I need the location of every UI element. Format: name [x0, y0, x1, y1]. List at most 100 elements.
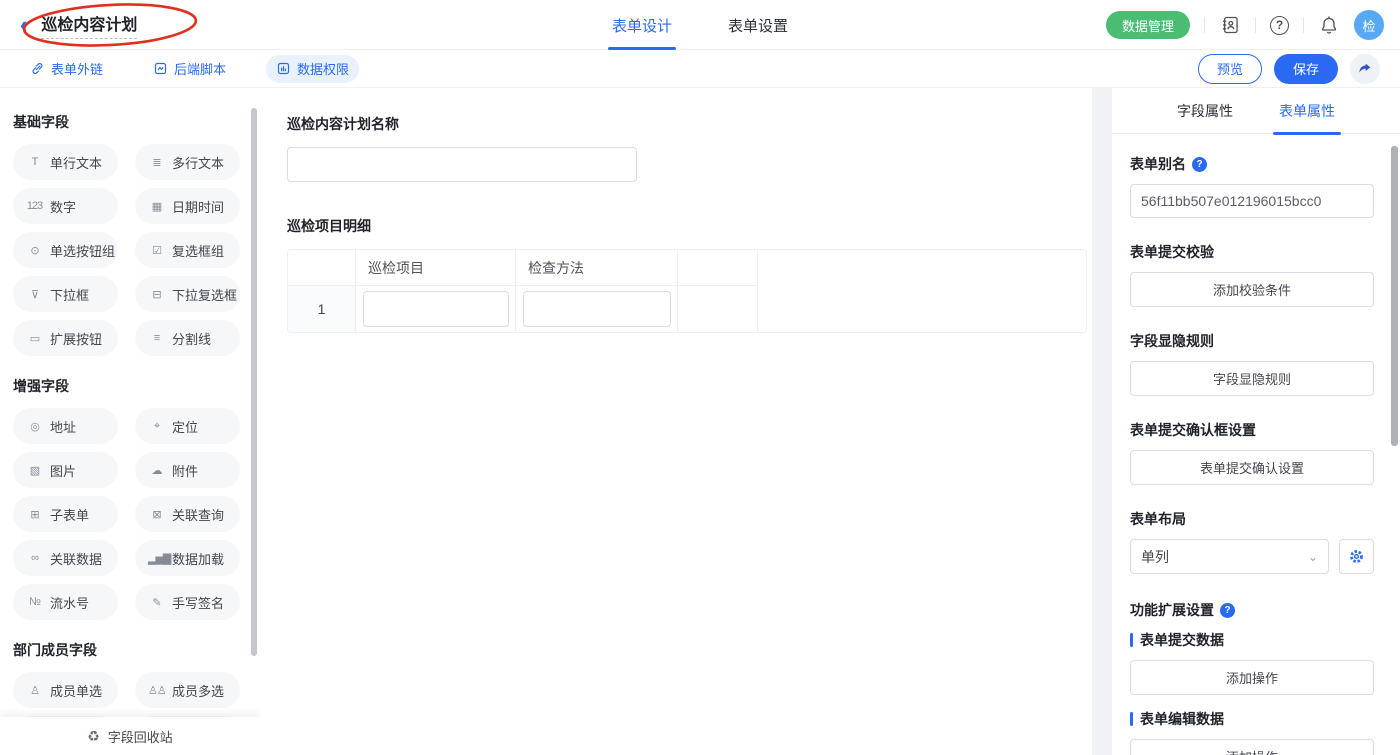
- single-line-text-icon: T: [26, 156, 43, 168]
- contact-book-icon[interactable]: [1219, 14, 1241, 36]
- divider: [1303, 17, 1304, 33]
- subform-cell-input[interactable]: [363, 291, 509, 327]
- field-item-label: 数据加载: [172, 549, 224, 568]
- permission-icon: [276, 61, 291, 76]
- field-item-关联查询[interactable]: ⊠ 关联查询: [135, 496, 240, 532]
- notification-bell-icon[interactable]: [1318, 14, 1340, 36]
- user-avatar[interactable]: 检: [1354, 10, 1384, 40]
- field-item-label: 日期时间: [172, 197, 224, 216]
- form-external-link-button[interactable]: 表单外链: [20, 55, 113, 83]
- layout-settings-button[interactable]: [1339, 539, 1374, 574]
- form-alias-input[interactable]: [1130, 184, 1374, 218]
- form-canvas[interactable]: 巡检内容计划名称 巡检项目明细 巡检项目检查方法 1: [260, 88, 1092, 755]
- name-field-input[interactable]: [287, 147, 637, 182]
- field-item-分割线[interactable]: ≡分割线: [135, 320, 240, 356]
- header-tabs: 表单设计 表单设置: [612, 0, 788, 50]
- field-item-label: 扩展按钮: [50, 329, 102, 348]
- field-item-数字[interactable]: 123数字: [13, 188, 118, 224]
- table-header-filler: [758, 250, 1086, 286]
- top-header: ‹ 巡检内容计划 表单设计 表单设置 数据管理 ?: [0, 0, 1400, 50]
- share-button[interactable]: [1350, 54, 1380, 84]
- save-button[interactable]: 保存: [1274, 54, 1338, 84]
- field-item-下拉框[interactable]: ⊽ 下拉框: [13, 276, 118, 312]
- field-item-label: 手写签名: [172, 593, 224, 612]
- panel-scrollbar[interactable]: [1391, 146, 1398, 446]
- alias-help-icon[interactable]: ?: [1192, 157, 1207, 172]
- field-item-流水号[interactable]: №流水号: [13, 584, 118, 620]
- submit-confirm-button[interactable]: 表单提交确认设置: [1130, 450, 1374, 485]
- field-item-数据加载[interactable]: ▂▅▇数据加载: [135, 540, 240, 576]
- submit-confirm-label: 表单提交确认框设置: [1130, 420, 1374, 440]
- address-icon: ◎: [26, 420, 43, 433]
- field-item-扩展按钮[interactable]: ▭扩展按钮: [13, 320, 118, 356]
- table-header-cell: [288, 250, 356, 286]
- checkbox-group-icon: ☑: [148, 244, 165, 257]
- field-item-日期时间[interactable]: ▦ 日期时间: [135, 188, 240, 224]
- field-item-地址[interactable]: ◎地址: [13, 408, 118, 444]
- field-item-label: 附件: [172, 461, 198, 480]
- field-item-label: 成员单选: [50, 681, 102, 700]
- submit-data-add-button[interactable]: 添加操作: [1130, 660, 1374, 695]
- field-item-label: 下拉框: [50, 285, 89, 304]
- number-icon: 123: [26, 200, 43, 212]
- field-item-label: 关联查询: [172, 505, 224, 524]
- recycle-icon: ♻: [87, 728, 100, 745]
- help-icon[interactable]: ?: [1270, 16, 1289, 35]
- subform-label: 巡检项目明细: [287, 216, 1092, 236]
- gear-icon: [1348, 548, 1365, 565]
- table-body-cell: [678, 286, 758, 332]
- subform-cell-input[interactable]: [523, 291, 671, 327]
- field-item-子表单[interactable]: ⊞ 子表单: [13, 496, 118, 532]
- tab-form-design[interactable]: 表单设计: [612, 0, 672, 50]
- page-title: 巡检内容计划: [41, 11, 137, 39]
- field-item-关联数据[interactable]: ∞ 关联数据: [13, 540, 118, 576]
- back-icon[interactable]: ‹: [18, 14, 29, 36]
- submit-check-label: 表单提交校验: [1130, 242, 1374, 262]
- field-item-label: 子表单: [50, 505, 89, 524]
- linked-query-icon: ⊠: [148, 508, 165, 521]
- backend-script-button[interactable]: 后端脚本: [143, 55, 236, 83]
- field-item-单行文本[interactable]: T单行文本: [13, 144, 118, 180]
- add-check-condition-button[interactable]: 添加校验条件: [1130, 272, 1374, 307]
- field-item-复选框组[interactable]: ☑复选框组: [135, 232, 240, 268]
- table-body-cell: [516, 286, 678, 332]
- layout-select[interactable]: 单列 ⌄: [1130, 539, 1329, 574]
- datetime-icon: ▦: [148, 200, 165, 213]
- field-item-手写签名[interactable]: ✎手写签名: [135, 584, 240, 620]
- select-icon: ⊽: [26, 288, 43, 301]
- field-item-label: 成员多选: [172, 681, 224, 700]
- radio-group-icon: ⊙: [26, 244, 43, 257]
- data-manage-button[interactable]: 数据管理: [1106, 11, 1190, 39]
- field-item-label: 图片: [50, 461, 76, 480]
- feature-extension-label: 功能扩展设置 ?: [1130, 600, 1374, 620]
- tab-form-settings[interactable]: 表单设置: [728, 0, 788, 50]
- field-item-定位[interactable]: ⌖定位: [135, 408, 240, 444]
- edit-data-add-button[interactable]: 添加操作: [1130, 739, 1374, 755]
- feature-help-icon[interactable]: ?: [1220, 603, 1235, 618]
- attachment-icon: ☁: [148, 464, 165, 477]
- field-item-下拉复选框[interactable]: ⊟下拉复选框: [135, 276, 240, 312]
- field-item-附件[interactable]: ☁ 附件: [135, 452, 240, 488]
- field-recycle-bin-button[interactable]: ♻ 字段回收站: [0, 717, 260, 755]
- visibility-rule-button[interactable]: 字段显隐规则: [1130, 361, 1374, 396]
- preview-button[interactable]: 预览: [1198, 54, 1262, 84]
- linked-data-icon: ∞: [26, 552, 43, 564]
- data-permission-button[interactable]: 数据权限: [266, 55, 359, 83]
- field-item-多行文本[interactable]: ≣多行文本: [135, 144, 240, 180]
- field-item-成员单选[interactable]: ♙成员单选: [13, 672, 118, 708]
- subform-icon: ⊞: [26, 508, 43, 521]
- field-item-label: 流水号: [50, 593, 89, 612]
- field-item-图片[interactable]: ▧图片: [13, 452, 118, 488]
- sidebar-section-title: 增强字段: [13, 376, 260, 396]
- field-item-成员多选[interactable]: ♙♙成员多选: [135, 672, 240, 708]
- tab-form-properties[interactable]: 表单属性: [1279, 88, 1335, 134]
- subform-table: 巡检项目检查方法 1: [287, 249, 1087, 333]
- sidebar-scrollbar[interactable]: [251, 108, 257, 656]
- divider-icon: ≡: [148, 332, 165, 344]
- field-item-label: 关联数据: [50, 549, 102, 568]
- field-item-单选按钮组[interactable]: ⊙单选按钮组: [13, 232, 118, 268]
- row-index-cell: 1: [288, 286, 356, 332]
- tab-field-properties[interactable]: 字段属性: [1177, 88, 1233, 134]
- field-item-label: 多行文本: [172, 153, 224, 172]
- form-layout-label: 表单布局: [1130, 509, 1374, 529]
